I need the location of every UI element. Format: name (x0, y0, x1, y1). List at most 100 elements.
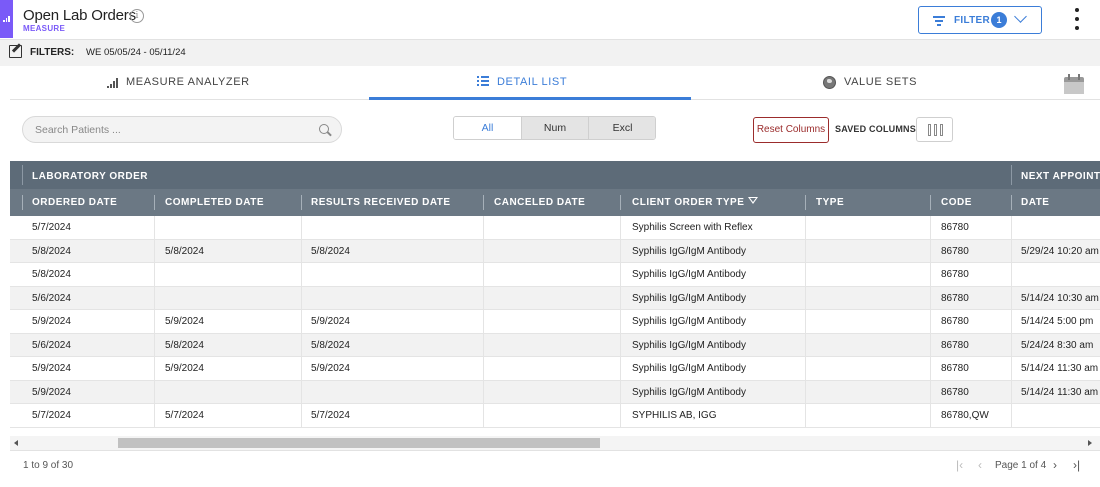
last-page-icon[interactable]: ›| (1073, 458, 1080, 472)
col-results-received-date[interactable]: RESULTS RECEIVED DATE (311, 197, 451, 208)
column-group-header: LABORATORY ORDER NEXT APPOINT (10, 161, 1100, 189)
cell-appointment-date: 5/24/24 8:30 am (1021, 339, 1094, 351)
group-laboratory-order: LABORATORY ORDER (32, 171, 148, 182)
cell-divider (301, 357, 302, 381)
cell-divider (301, 239, 302, 263)
table-row[interactable]: 5/9/2024 Syphilis IgG/IgM Antibody 86780 5/… (10, 380, 1100, 404)
search-icon[interactable] (319, 124, 329, 134)
filter-button[interactable]: FILTER 1 (918, 6, 1042, 34)
scrollbar-thumb[interactable] (118, 438, 600, 448)
cell-divider (930, 263, 931, 287)
cell-divider (483, 357, 484, 381)
cell-divider (154, 286, 155, 310)
segment-num[interactable]: Num (521, 117, 588, 139)
cell-divider (930, 310, 931, 334)
cell-code: 86780 (941, 269, 969, 280)
cell-divider (154, 310, 155, 334)
prev-page-icon[interactable]: ‹ (978, 458, 982, 472)
scroll-right-icon[interactable] (1088, 440, 1092, 446)
col-code[interactable]: CODE (941, 197, 972, 208)
reset-columns-button[interactable]: Reset Columns (753, 117, 829, 143)
filter-count-badge: 1 (991, 12, 1007, 28)
info-icon[interactable]: i (130, 9, 144, 23)
search-input[interactable] (35, 122, 305, 138)
cell-divider (154, 404, 155, 428)
cell-divider (483, 310, 484, 334)
lab-orders-table: LABORATORY ORDER NEXT APPOINT ORDERED DA… (10, 161, 1100, 451)
chevron-down-icon (1014, 10, 1027, 23)
cell-completed-date: 5/7/2024 (165, 410, 204, 421)
table-row[interactable]: 5/7/2024 5/7/2024 5/7/2024 SYPHILIS AB, IGG… (10, 404, 1100, 428)
scroll-left-icon[interactable] (14, 440, 18, 446)
tab-value-sets[interactable]: VALUE SETS (692, 66, 1052, 100)
first-page-icon[interactable]: |‹ (956, 458, 963, 472)
cell-divider (483, 239, 484, 263)
cell-divider (805, 310, 806, 334)
segment-control: All Num Excl (453, 116, 656, 140)
calendar-icon[interactable] (1064, 74, 1084, 94)
col-completed-date[interactable]: COMPLETED DATE (165, 197, 264, 208)
cell-results-received-date: 5/8/2024 (311, 339, 350, 351)
column-filter-icon[interactable] (748, 197, 759, 206)
cell-appointment-date: 5/14/24 5:00 pm (1021, 316, 1094, 327)
table-row[interactable]: 5/9/2024 5/9/2024 5/9/2024 Syphilis IgG/IgM… (10, 310, 1100, 334)
tab-measure-analyzer[interactable]: MEASURE ANALYZER (10, 66, 368, 100)
table-row[interactable]: 5/9/2024 5/9/2024 5/9/2024 Syphilis IgG/IgM… (10, 357, 1100, 381)
cell-results-received-date: 5/9/2024 (311, 363, 350, 374)
kebab-menu-icon[interactable] (1070, 8, 1084, 32)
tab-label: DETAIL LIST (497, 76, 568, 88)
tab-detail-list[interactable]: DETAIL LIST (369, 66, 691, 100)
cell-completed-date: 5/8/2024 (165, 245, 204, 257)
cell-divider (930, 239, 931, 263)
cell-divider (1011, 286, 1012, 310)
cell-divider (620, 404, 621, 428)
cell-divider (805, 286, 806, 310)
cell-divider (154, 380, 155, 404)
col-canceled-date[interactable]: CANCELED DATE (494, 197, 585, 208)
signal-bars-icon (107, 78, 121, 88)
segment-excl[interactable]: Excl (588, 117, 655, 139)
cell-divider (154, 216, 155, 240)
segment-all[interactable]: All (454, 117, 521, 139)
cell-code: 86780 (941, 386, 969, 398)
col-client-order-type-label: CLIENT ORDER TYPE (632, 197, 745, 208)
cell-divider (301, 216, 302, 240)
table-row[interactable]: 5/8/2024 5/8/2024 5/8/2024 Syphilis IgG/IgM… (10, 239, 1100, 263)
filter-lines-icon (933, 16, 945, 26)
columns-icon[interactable] (916, 117, 953, 142)
cell-client-order-type: Syphilis IgG/IgM Antibody (632, 292, 746, 304)
cell-ordered-date: 5/9/2024 (32, 316, 71, 327)
cell-divider (805, 380, 806, 404)
cell-ordered-date: 5/6/2024 (32, 339, 71, 351)
filter-label: FILTER (954, 15, 991, 26)
search-box (22, 116, 342, 143)
next-page-icon[interactable]: › (1053, 458, 1057, 472)
cell-divider (483, 380, 484, 404)
cell-divider (620, 310, 621, 334)
col-client-order-type[interactable]: CLIENT ORDER TYPE (632, 197, 759, 208)
cell-client-order-type: Syphilis IgG/IgM Antibody (632, 363, 746, 374)
cell-divider (620, 216, 621, 240)
cell-results-received-date: 5/7/2024 (311, 410, 350, 421)
col-appointment-date[interactable]: DATE (1021, 197, 1049, 208)
cell-appointment-date: 5/14/24 11:30 am (1021, 363, 1099, 374)
horizontal-scrollbar[interactable] (10, 436, 1100, 450)
table-row[interactable]: 5/6/2024 5/8/2024 5/8/2024 Syphilis IgG/IgM… (10, 333, 1100, 357)
chart-icon (3, 14, 11, 22)
col-ordered-date[interactable]: ORDERED DATE (32, 197, 117, 208)
filters-summary: FILTERS: WE 05/05/24 - 05/11/24 (0, 40, 1100, 66)
cell-code: 86780 (941, 245, 969, 257)
cell-divider (805, 263, 806, 287)
cell-divider (930, 286, 931, 310)
table-row[interactable]: 5/8/2024 Syphilis IgG/IgM Antibody 86780 (10, 263, 1100, 287)
cell-divider (930, 216, 931, 240)
cell-ordered-date: 5/7/2024 (32, 222, 71, 233)
cell-divider (1011, 380, 1012, 404)
cell-divider (1011, 263, 1012, 287)
edit-icon[interactable] (9, 45, 22, 58)
cell-divider (483, 333, 484, 357)
table-row[interactable]: 5/6/2024 Syphilis IgG/IgM Antibody 86780 5/… (10, 286, 1100, 310)
cell-ordered-date: 5/6/2024 (32, 292, 71, 304)
table-row[interactable]: 5/7/2024 Syphilis Screen with Reflex 86780 (10, 216, 1100, 240)
col-type[interactable]: TYPE (816, 197, 844, 208)
